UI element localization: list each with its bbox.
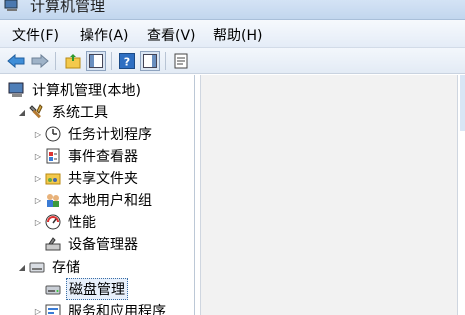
show-tree-icon[interactable] (86, 51, 106, 71)
collapse-arrow-icon[interactable]: ◢ (16, 108, 28, 117)
tree-item-event-viewer[interactable]: ▷ 事件查看器 (32, 145, 140, 167)
tree-item-performance[interactable]: ▷ 性能 (32, 211, 98, 233)
action-pane-header (460, 75, 465, 131)
menu-bar: 文件(F) 操作(A) 查看(V) 帮助(H) (0, 20, 465, 48)
menu-help[interactable]: 帮助(H) (213, 25, 262, 45)
tree-item-label: 共享文件夹 (68, 171, 138, 187)
tree-item-label: 设备管理器 (68, 237, 138, 253)
computer-management-icon (8, 81, 26, 99)
storage-icon (28, 258, 46, 276)
expand-arrow-icon[interactable]: ▷ (32, 307, 44, 315)
up-folder-icon[interactable] (63, 51, 83, 71)
menu-view[interactable]: 查看(V) (147, 25, 196, 45)
expand-arrow-icon[interactable]: ▷ (32, 130, 44, 139)
expand-arrow-icon[interactable]: ▷ (32, 196, 44, 205)
action-pane (460, 75, 465, 315)
device-manager-icon (44, 235, 62, 253)
tree-item-label: 服务和应用程序 (68, 304, 166, 315)
back-arrow-icon[interactable] (6, 51, 26, 71)
tree-item-device-manager[interactable]: 设备管理器 (44, 233, 140, 255)
disk-management-icon (44, 280, 62, 298)
services-icon (44, 302, 62, 315)
navigation-tree: 计算机管理(本地) ◢ 系统工具 ▷ 任务计划程序 ▷ 事件查看器 ▷ 共享文件… (0, 75, 195, 315)
tree-item-services-applications[interactable]: ▷ 服务和应用程序 (32, 300, 168, 315)
toolbar-separator (111, 52, 112, 70)
tools-icon (28, 103, 46, 121)
expand-arrow-icon[interactable]: ▷ (32, 218, 44, 227)
tree-item-storage[interactable]: ◢ 存储 (16, 256, 82, 278)
toolbar-separator (165, 52, 166, 70)
show-action-pane-icon[interactable] (140, 51, 160, 71)
help-icon[interactable]: ? (117, 51, 137, 71)
expand-arrow-icon[interactable]: ▷ (32, 152, 44, 161)
svg-text:?: ? (124, 56, 130, 69)
tree-item-task-scheduler[interactable]: ▷ 任务计划程序 (32, 123, 154, 145)
tree-item-disk-management[interactable]: 磁盘管理 (44, 278, 128, 300)
tree-item-shared-folders[interactable]: ▷ 共享文件夹 (32, 167, 140, 189)
menu-action[interactable]: 操作(A) (80, 25, 129, 45)
collapse-arrow-icon[interactable]: ◢ (16, 263, 28, 272)
expand-arrow-icon[interactable]: ▷ (32, 174, 44, 183)
tree-item-label: 任务计划程序 (68, 127, 152, 143)
computer-management-icon (4, 0, 20, 12)
clock-icon (44, 125, 62, 143)
toolbar: ? (0, 48, 465, 74)
forward-arrow-icon[interactable] (30, 51, 50, 71)
performance-icon (44, 213, 62, 231)
tree-item-system-tools[interactable]: ◢ 系统工具 (16, 101, 110, 123)
event-viewer-icon (44, 147, 62, 165)
tree-item-local-users-groups[interactable]: ▷ 本地用户和组 (32, 189, 154, 211)
window-title: 计算机管理 (30, 0, 106, 15)
users-icon (44, 191, 62, 209)
content-pane (200, 75, 458, 315)
toolbar-separator (55, 52, 56, 70)
properties-icon[interactable] (171, 51, 191, 71)
tree-item-label: 本地用户和组 (68, 193, 152, 209)
menu-file[interactable]: 文件(F) (12, 25, 59, 45)
tree-item-computer-management[interactable]: 计算机管理(本地) (8, 79, 143, 101)
tree-item-label: 磁盘管理 (66, 278, 128, 300)
tree-item-label: 存储 (52, 260, 80, 276)
tree-item-label: 系统工具 (52, 105, 108, 121)
tree-item-label: 计算机管理(本地) (32, 83, 141, 99)
tree-item-label: 事件查看器 (68, 149, 138, 165)
title-bar: 计算机管理 (0, 0, 465, 20)
tree-item-label: 性能 (68, 215, 96, 231)
shared-folder-icon (44, 169, 62, 187)
